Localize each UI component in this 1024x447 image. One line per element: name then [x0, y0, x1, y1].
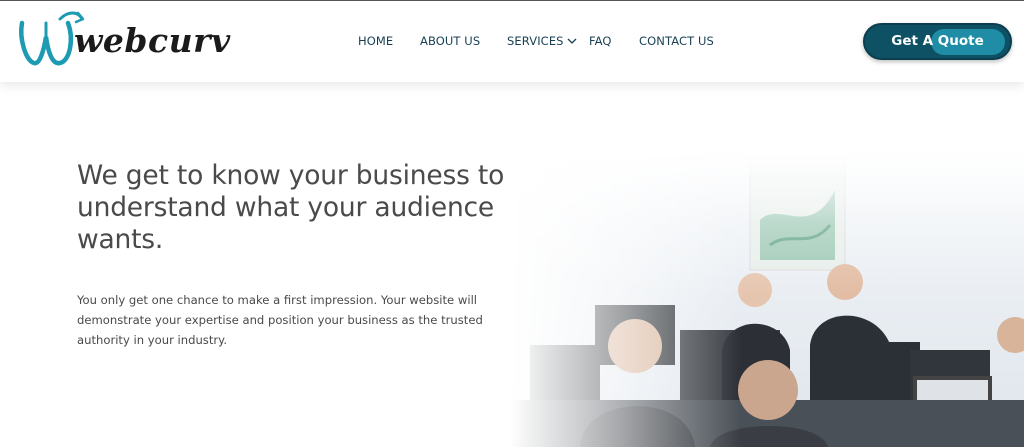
hero-description: You only get one chance to make a first … [77, 293, 483, 347]
hero-title: We get to know your business to understa… [77, 160, 505, 255]
get-a-quote-button[interactable]: Get A Quote [863, 23, 1012, 60]
chevron-down-icon[interactable] [567, 37, 577, 45]
webcurv-logo[interactable]: webcurv [16, 9, 230, 71]
nav-about-us[interactable]: ABOUT US [420, 34, 480, 48]
site-header: webcurv HOME ABOUT US SERVICES FAQ CONTA… [0, 0, 1024, 82]
cta-label: Get A Quote [891, 33, 984, 49]
office-team-photo [510, 150, 1024, 447]
logo-wordmark: webcurv [74, 21, 231, 60]
nav-services[interactable]: SERVICES [507, 34, 564, 48]
nav-contact-us[interactable]: CONTACT US [639, 34, 714, 48]
nav-home[interactable]: HOME [358, 34, 393, 48]
nav-faq[interactable]: FAQ [589, 34, 612, 48]
